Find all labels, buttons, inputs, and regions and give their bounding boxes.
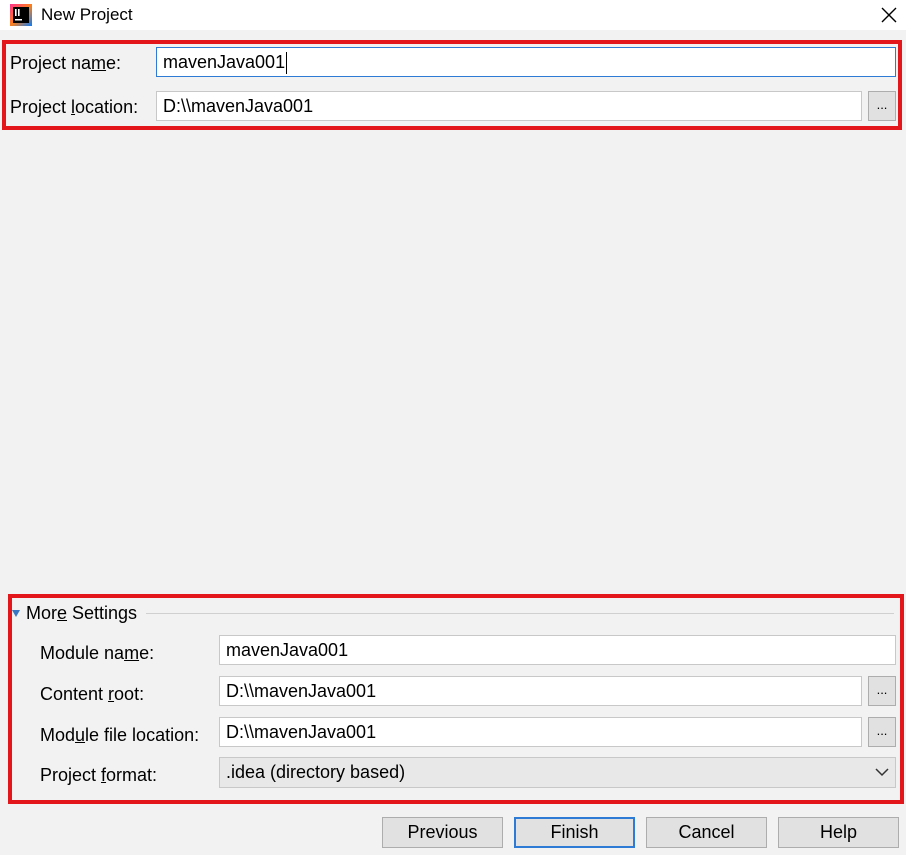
project-location-browse-button[interactable]: ...: [868, 91, 896, 121]
content-root-browse-button[interactable]: ...: [868, 676, 896, 706]
project-format-label: Project format:: [40, 765, 158, 785]
project-name-field[interactable]: mavenJava001: [156, 47, 896, 77]
module-name-field[interactable]: mavenJava001: [219, 635, 896, 665]
more-settings-toggle[interactable]: More Settings: [12, 602, 137, 624]
project-location-label: Project location:: [10, 97, 139, 117]
cancel-button[interactable]: Cancel: [646, 817, 767, 848]
text-caret: [286, 52, 288, 75]
project-format-value: .idea (directory based): [226, 762, 406, 782]
project-location-field[interactable]: D:\\mavenJava001: [156, 91, 862, 121]
close-icon: [881, 7, 897, 23]
more-settings-header: More Settings: [26, 603, 138, 623]
project-format-select[interactable]: .idea (directory based): [219, 757, 896, 788]
help-button[interactable]: Help: [778, 817, 899, 848]
project-name-value: mavenJava001: [163, 52, 286, 72]
project-name-label: Project name:: [10, 53, 122, 73]
module-file-location-label: Module file location:: [40, 725, 200, 745]
finish-button[interactable]: Finish: [514, 817, 635, 848]
module-file-location-browse-button[interactable]: ...: [868, 717, 896, 747]
intellij-idea-icon: [10, 4, 32, 26]
section-divider: [146, 613, 894, 614]
content-root-field[interactable]: D:\\mavenJava001: [219, 676, 862, 706]
window-title: New Project: [41, 5, 133, 24]
content-root-label: Content root:: [40, 684, 145, 704]
expand-triangle-icon: [12, 609, 20, 617]
module-file-location-field[interactable]: D:\\mavenJava001: [219, 717, 862, 747]
close-button[interactable]: [876, 2, 902, 28]
previous-button[interactable]: Previous: [382, 817, 503, 848]
chevron-down-icon: [875, 768, 889, 777]
module-name-label: Module name:: [40, 643, 155, 663]
title-bar: New Project: [0, 0, 906, 30]
